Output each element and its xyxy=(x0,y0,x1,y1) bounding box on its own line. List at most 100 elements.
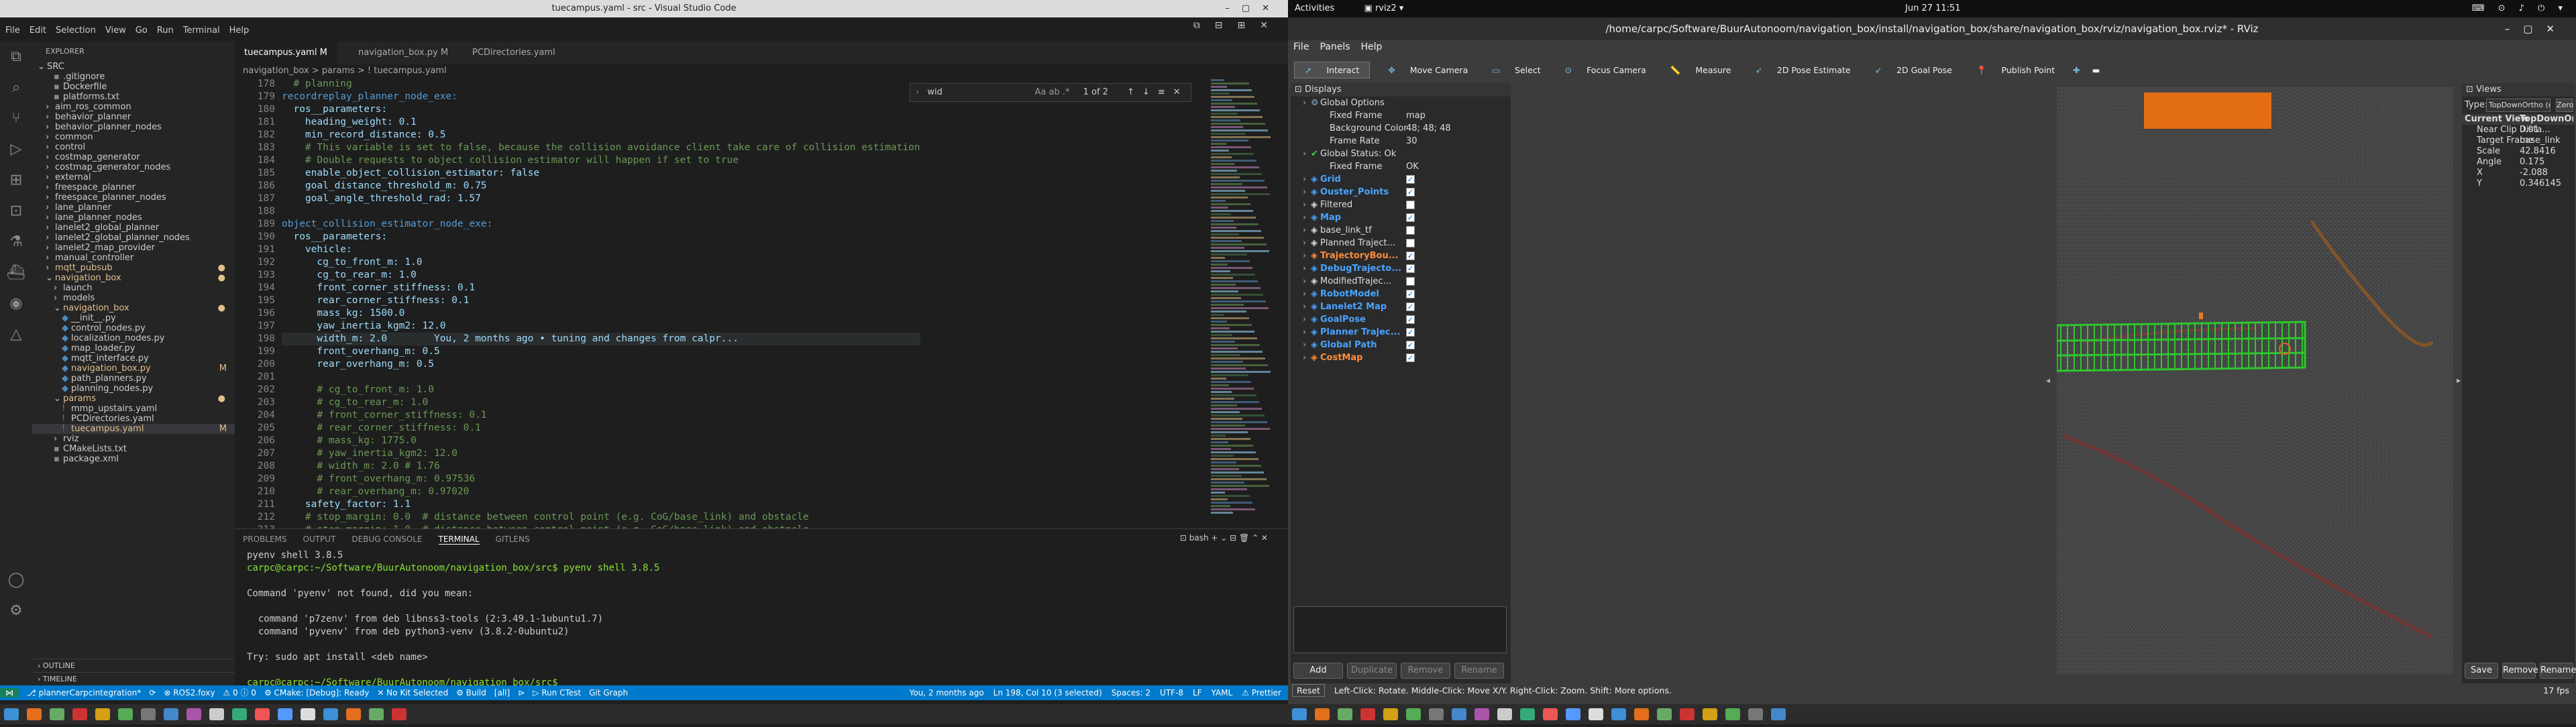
panel-tab-problems[interactable]: PROBLEMS xyxy=(243,535,287,544)
code-line[interactable]: rear_corner_stiffness: 0.1 xyxy=(282,294,920,307)
taskbar-app-icon[interactable] xyxy=(1520,708,1535,720)
tree-item[interactable]: › costmap_generator xyxy=(32,152,235,162)
code-line[interactable]: # stop_margin: 0.0 # distance between co… xyxy=(282,511,920,524)
code-line[interactable]: yaw_inertia_kgm2: 12.0 xyxy=(282,320,920,333)
code-editor[interactable]: 178 179 180 181 182 183 184 185 186 187 188 189 190 1… xyxy=(235,78,1208,535)
display-row[interactable]: › ⚙ Global Options xyxy=(1291,97,1511,109)
status-item[interactable]: ▷ Run CTest xyxy=(533,688,581,697)
duplicate-display-button[interactable]: Duplicate xyxy=(1347,663,1397,679)
taskbar-app-icon[interactable] xyxy=(27,708,42,720)
app-menu[interactable]: ▣ rviz2 ▾ xyxy=(1364,3,1403,13)
tree-item[interactable]: ◆ navigation_box.py M xyxy=(32,364,235,374)
tool-select[interactable]: ▭ Select xyxy=(1486,65,1546,75)
remote-icon[interactable]: ⊡ xyxy=(0,196,32,227)
code-line[interactable]: # This variable is set to false, because… xyxy=(282,142,920,154)
taskbar-app-icon[interactable] xyxy=(1589,708,1603,720)
checkbox-checked[interactable]: ✓ xyxy=(1406,341,1415,349)
taskbar-app-icon[interactable] xyxy=(1315,708,1330,720)
tree-item[interactable]: › mqtt_pubsub ● xyxy=(32,263,235,273)
code-line[interactable]: width_m: 2.0 You, 2 months ago • tuning … xyxy=(282,333,920,345)
taskbar-app-icon[interactable] xyxy=(72,708,87,720)
status-item[interactable]: ⚙ CMake: [Debug]: Ready xyxy=(264,688,369,697)
panel-tab-output[interactable]: OUTPUT xyxy=(303,535,336,544)
tool-move-camera[interactable]: ✥ Move Camera xyxy=(1382,65,1474,75)
code-line[interactable]: rear_overhang_m: 0.5 xyxy=(282,358,920,371)
run-debug-icon[interactable]: ▷ xyxy=(0,134,32,165)
editor-tab[interactable]: tuecampus.yaml M xyxy=(235,42,337,64)
taskbar-app-icon[interactable] xyxy=(369,708,384,720)
zero-button[interactable]: Zero xyxy=(2556,99,2573,112)
menu-run[interactable]: Run xyxy=(157,25,174,36)
views-type-select[interactable]: TopDownOrtho (rviz_defa xyxy=(2486,99,2551,112)
code-line[interactable]: enable_object_collision_estimator: false xyxy=(282,167,920,180)
display-row[interactable]: › ◈ Global Path ✓ xyxy=(1291,339,1511,351)
taskbar-app-icon[interactable] xyxy=(1406,708,1421,720)
code-line[interactable]: front_corner_stiffness: 0.1 xyxy=(282,282,920,294)
breadcrumb[interactable]: navigation_box > params > ! tuecampus.ya… xyxy=(243,66,447,76)
display-row[interactable]: › ◈ CostMap ✓ xyxy=(1291,351,1511,364)
code-line[interactable]: # Double requests to object collision es… xyxy=(282,154,920,167)
display-row[interactable]: › ◈ base_link_tf xyxy=(1291,224,1511,237)
clock[interactable]: Jun 27 11:51 xyxy=(1905,0,1961,17)
taskbar-app-icon[interactable] xyxy=(1703,708,1717,720)
3d-view[interactable] xyxy=(2055,87,2453,675)
timeline-section[interactable]: › TIMELINE xyxy=(32,672,235,685)
tree-item[interactable]: ◆ control_nodes.py xyxy=(32,323,235,333)
status-item[interactable]: YAML xyxy=(1212,688,1233,697)
docker-icon[interactable]: ⛴ xyxy=(0,258,32,288)
menu-view[interactable]: View xyxy=(105,25,126,36)
system-tray[interactable]: ⌨ ⊙ ♪ ⏻ ▾ xyxy=(2472,0,2568,17)
chevron-right-icon[interactable]: › xyxy=(1303,326,1311,339)
code-line[interactable]: # cg_to_front_m: 1.0 xyxy=(282,384,920,396)
taskbar-app-icon[interactable] xyxy=(278,708,292,720)
code-line[interactable]: # front_overhang_m: 0.97536 xyxy=(282,473,920,486)
view-property-row[interactable]: Target Frame base_link xyxy=(2462,135,2575,146)
chevron-right-icon[interactable]: › xyxy=(1303,300,1311,313)
tree-item[interactable]: › lanelet2_global_planner xyxy=(32,223,235,233)
checkbox-unchecked[interactable] xyxy=(1406,239,1415,247)
checkbox-checked[interactable]: ✓ xyxy=(1406,188,1415,197)
taskbar-app-icon[interactable] xyxy=(1452,708,1466,720)
find-nav-icons[interactable]: ↑↓≡✕ xyxy=(1127,87,1189,97)
code-line[interactable] xyxy=(282,371,920,384)
display-row[interactable]: Fixed Frame map xyxy=(1291,109,1511,122)
rviz-menu-panels[interactable]: Panels xyxy=(1320,42,1350,52)
tool-2d-goal-pose[interactable]: ➶ 2D Goal Pose xyxy=(1869,65,1958,75)
status-item[interactable]: Git Graph xyxy=(589,688,628,697)
code-line[interactable]: cg_to_front_m: 1.0 xyxy=(282,256,920,269)
taskbar-app-icon[interactable] xyxy=(1292,708,1307,720)
status-item[interactable]: ⊗ ROS2.foxy xyxy=(164,688,215,697)
checkbox-checked[interactable]: ✓ xyxy=(1406,302,1415,311)
taskbar-app-icon[interactable] xyxy=(1771,708,1786,720)
taskbar-app-icon[interactable] xyxy=(1360,708,1375,720)
taskbar-app-icon[interactable] xyxy=(1657,708,1672,720)
chevron-right-icon[interactable]: › xyxy=(1303,97,1311,109)
tree-item[interactable]: › lanelet2_map_provider xyxy=(32,243,235,253)
add-tool-icon[interactable]: ✚ xyxy=(2073,65,2080,75)
remove-display-button[interactable]: Remove xyxy=(1401,663,1450,679)
taskbar-app-icon[interactable] xyxy=(95,708,110,720)
tool-measure[interactable]: 📏 Measure xyxy=(1664,65,1737,75)
explorer-icon[interactable]: ⧉ xyxy=(0,42,32,72)
tree-item[interactable]: ◆ planning_nodes.py xyxy=(32,384,235,394)
tree-item[interactable]: › freespace_planner_nodes xyxy=(32,192,235,203)
tree-item[interactable]: ! mmp_upstairs.yaml xyxy=(32,404,235,414)
taskbar-app-icon[interactable] xyxy=(209,708,224,720)
view-property-row[interactable]: Near Clip Dista... 0.01 xyxy=(2462,125,2575,135)
editor-actions[interactable]: ⧉⊟⊞✕ xyxy=(1193,20,1283,31)
status-item[interactable]: ⚙ Build xyxy=(456,688,486,697)
display-row[interactable]: › ◈ TrajectoryBou... ✓ xyxy=(1291,249,1511,262)
code-line[interactable]: heading_weight: 0.1 xyxy=(282,116,920,129)
display-row[interactable]: › ◈ GoalPose ✓ xyxy=(1291,313,1511,326)
remote-indicator[interactable]: ⋈ xyxy=(0,688,19,697)
taskbar-app-icon[interactable] xyxy=(323,708,338,720)
remove-view-button[interactable]: Remove xyxy=(2502,663,2538,679)
code-line[interactable]: # mass_kg: 1775.0 xyxy=(282,435,920,447)
taskbar-app-icon[interactable] xyxy=(1725,708,1740,720)
tree-item[interactable]: › manual_controller xyxy=(32,253,235,263)
search-icon[interactable]: ⌕ xyxy=(0,72,32,103)
checkbox-checked[interactable]: ✓ xyxy=(1406,315,1415,324)
chevron-right-icon[interactable]: › xyxy=(916,87,919,97)
tree-item[interactable]: › behavior_planner xyxy=(32,112,235,122)
tree-item[interactable]: › rviz xyxy=(32,434,235,444)
